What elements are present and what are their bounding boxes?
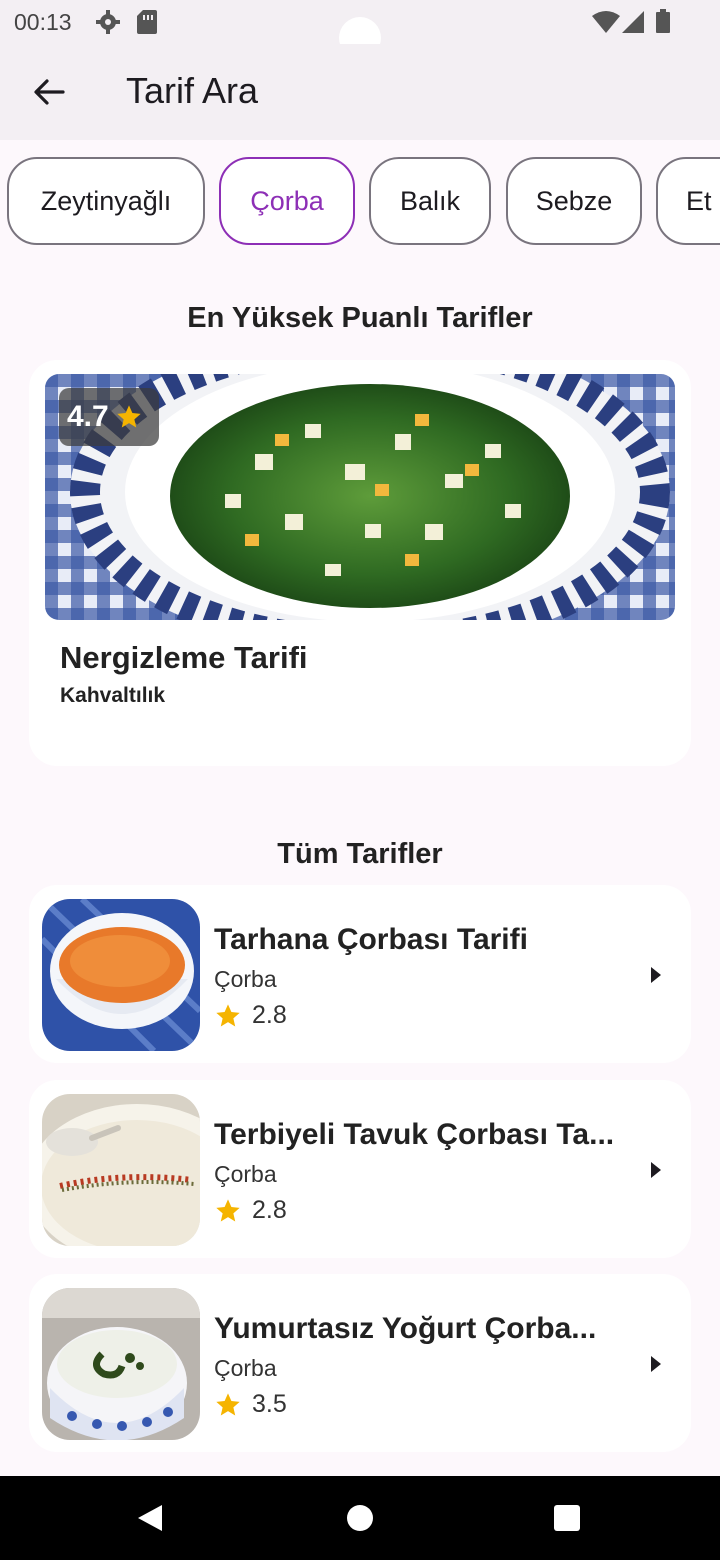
arrow-back-icon <box>34 79 65 105</box>
chip-zeytinyagli[interactable]: Zeytinyağlı <box>7 157 205 245</box>
featured-recipe-card[interactable]: 4.7 Nergizleme Tarifi Kahvaltılık <box>29 360 691 766</box>
recipe-rating: 3.5 <box>214 1390 287 1419</box>
recipe-name: Yumurtasız Yoğurt Çorba... <box>214 1312 597 1345</box>
featured-recipe-image: 4.7 <box>45 374 675 620</box>
recipe-category: Çorba <box>214 1355 277 1381</box>
sim-card-icon <box>137 10 157 39</box>
recipe-thumbnail <box>42 1094 200 1246</box>
gear-icon <box>96 10 120 39</box>
featured-rating-badge: 4.7 <box>59 388 159 446</box>
all-recipes-section-title: Tüm Tarifler <box>277 838 443 870</box>
star-icon <box>216 1198 240 1221</box>
square-recents-icon <box>554 1505 580 1531</box>
wifi-icon <box>592 11 620 38</box>
status-time: 00:13 <box>14 9 72 35</box>
page-title: Tarif Ara <box>126 70 259 111</box>
recipe-list-item[interactable]: Tarhana Çorbası Tarifi Çorba 2.8 <box>29 885 691 1063</box>
recipe-thumbnail <box>42 899 200 1051</box>
chevron-right-icon <box>651 967 661 983</box>
recipe-thumbnail <box>42 1288 200 1440</box>
chip-sebze[interactable]: Sebze <box>506 157 642 245</box>
recipe-category: Çorba <box>214 966 277 992</box>
nav-recents-button[interactable] <box>545 1496 589 1540</box>
nav-back-button[interactable] <box>128 1496 172 1540</box>
star-icon <box>216 1003 240 1026</box>
nav-home-button[interactable] <box>338 1496 382 1540</box>
featured-recipe-name: Nergizleme Tarifi <box>60 640 308 675</box>
featured-recipe-category: Kahvaltılık <box>60 684 166 707</box>
recipe-list-item[interactable]: Yumurtasız Yoğurt Çorba... Çorba 3.5 <box>29 1274 691 1452</box>
chip-balik[interactable]: Balık <box>369 157 491 245</box>
featured-rating-value: 4.7 <box>67 400 109 433</box>
circle-home-icon <box>347 1505 373 1531</box>
system-nav-bar <box>0 1476 720 1560</box>
recipe-name: Terbiyeli Tavuk Çorbası Ta... <box>214 1118 615 1151</box>
top-app-bar: Tarif Ara <box>0 44 720 140</box>
recipe-rating: 2.8 <box>214 1196 287 1225</box>
battery-icon <box>656 9 670 38</box>
chevron-right-icon <box>651 1356 661 1372</box>
recipe-rating: 2.8 <box>214 1001 287 1030</box>
category-chips: Zeytinyağlı Çorba Balık Sebze Et <box>0 157 720 247</box>
star-icon <box>216 1392 240 1415</box>
signal-icon <box>622 11 644 38</box>
star-icon <box>117 405 141 428</box>
recipe-name: Tarhana Çorbası Tarifi <box>214 923 528 956</box>
featured-section-title: En Yüksek Puanlı Tarifler <box>187 302 533 334</box>
recipe-rating-value: 3.5 <box>252 1390 287 1418</box>
recipe-list-item[interactable]: Terbiyeli Tavuk Çorbası Ta... Çorba 2.8 <box>29 1080 691 1258</box>
chip-corba[interactable]: Çorba <box>219 157 355 245</box>
recipe-category: Çorba <box>214 1161 277 1187</box>
chevron-right-icon <box>651 1162 661 1178</box>
recipe-rating-value: 2.8 <box>252 1001 287 1029</box>
recipe-rating-value: 2.8 <box>252 1196 287 1224</box>
back-button[interactable] <box>20 68 78 116</box>
triangle-back-icon <box>138 1505 162 1531</box>
chip-et[interactable]: Et <box>656 157 720 245</box>
